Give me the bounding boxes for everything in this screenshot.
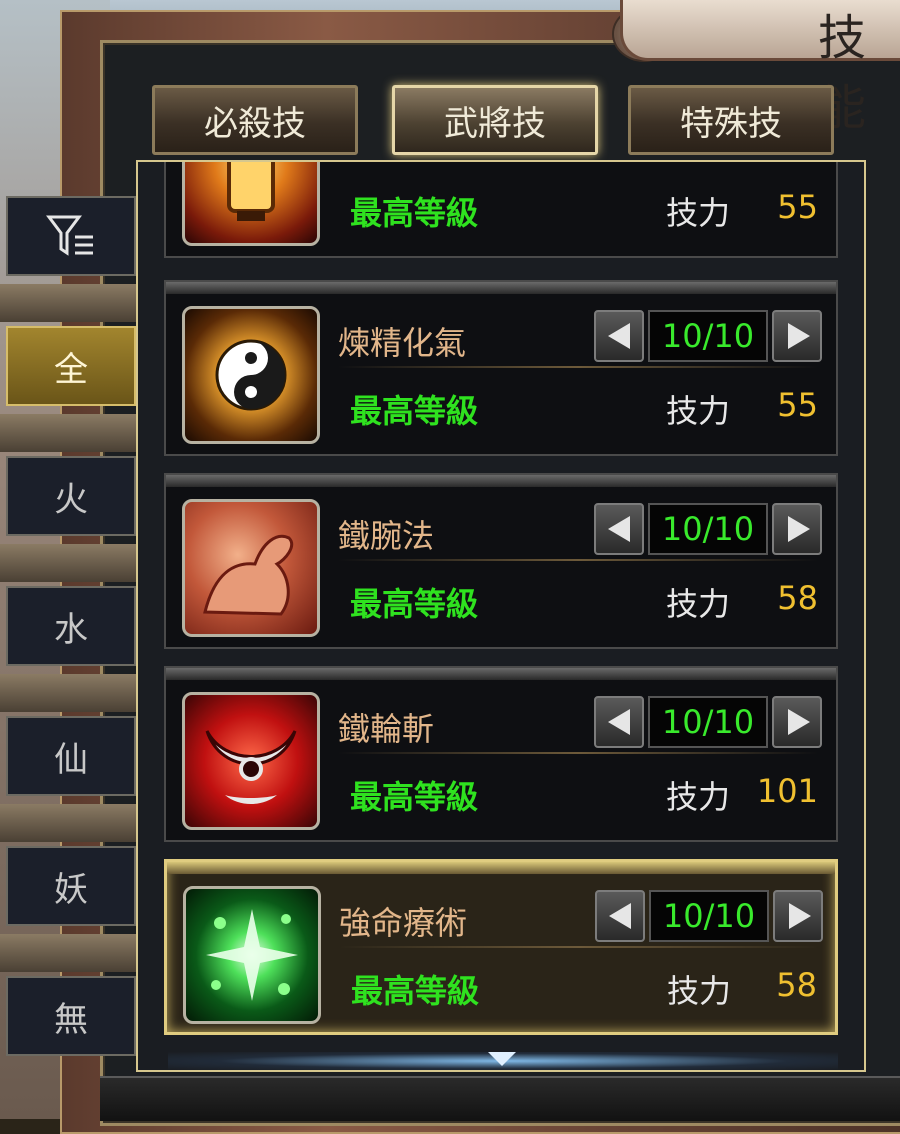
level-decrease-button[interactable] [594, 310, 644, 362]
filter-separator [0, 934, 138, 972]
crescent-blade-icon [182, 692, 320, 830]
arrow-right-icon [788, 323, 810, 349]
level-decrease-button[interactable] [594, 503, 644, 555]
skill-card[interactable]: 最高等級 技力 55 [164, 162, 838, 258]
arrow-right-icon [788, 516, 810, 542]
skill-list[interactable]: 最高等級 技力 55 煉精化氣 10/10 最高等級 技力 55 鐵腕法 10/… [136, 160, 866, 1072]
skill-card[interactable]: 煉精化氣 10/10 最高等級 技力 55 [164, 280, 838, 456]
filter-immortal[interactable]: 仙 [6, 716, 136, 796]
tab-general-skill[interactable]: 武將技 [392, 85, 598, 155]
filter-separator [0, 414, 138, 452]
tab-special-skill[interactable]: 特殊技 [628, 85, 834, 155]
filter-fire[interactable]: 火 [6, 456, 136, 536]
skill-card[interactable]: 鐵輪斬 10/10 最高等級 技力 101 [164, 666, 838, 842]
skill-point-value: 58 [776, 966, 817, 1004]
level-stepper: 10/10 [594, 696, 822, 748]
tab-special-kill[interactable]: 必殺技 [152, 85, 358, 155]
filter-demon[interactable]: 妖 [6, 846, 136, 926]
divider [338, 752, 818, 754]
skill-point-value: 55 [777, 188, 818, 226]
arrow-left-icon [609, 903, 631, 929]
green-sparkle-icon [183, 886, 321, 1024]
skill-name: 鐵輪斬 [338, 710, 435, 748]
lantern-icon [182, 162, 320, 246]
skill-card-selected[interactable]: 強命療術 10/10 最高等級 技力 58 [164, 859, 838, 1035]
level-increase-button[interactable] [773, 890, 823, 942]
skill-point-value: 58 [777, 579, 818, 617]
level-stepper: 10/10 [595, 890, 823, 942]
level-value: 10/10 [648, 310, 768, 362]
skill-point-label: 技力 [666, 194, 731, 232]
max-level-label: 最高等級 [350, 392, 479, 430]
arrow-left-icon [608, 323, 630, 349]
yin-yang-icon [182, 306, 320, 444]
divider [338, 559, 818, 561]
window-bottom-bar [100, 1076, 900, 1121]
element-filter-bar: 全 火 水 仙 妖 無 [0, 180, 138, 1080]
skill-name: 鐵腕法 [338, 517, 435, 555]
level-value: 10/10 [648, 503, 768, 555]
filter-separator [0, 804, 138, 842]
arrow-left-icon [608, 709, 630, 735]
divider [339, 946, 819, 948]
level-decrease-button[interactable] [594, 696, 644, 748]
arrow-right-icon [788, 709, 810, 735]
level-value: 10/10 [648, 696, 768, 748]
scroll-down-icon[interactable] [488, 1052, 516, 1066]
skill-point-label: 技力 [666, 392, 731, 430]
skill-point-label: 技力 [666, 778, 731, 816]
skill-point-value: 55 [777, 386, 818, 424]
divider [338, 366, 818, 368]
level-stepper: 10/10 [594, 310, 822, 362]
skill-point-label: 技力 [666, 585, 731, 623]
skill-name: 強命療術 [339, 904, 468, 942]
filter-button[interactable] [6, 196, 136, 276]
skill-point-label: 技力 [667, 972, 732, 1010]
max-level-label: 最高等級 [350, 194, 479, 232]
level-increase-button[interactable] [772, 310, 822, 362]
level-increase-button[interactable] [772, 696, 822, 748]
max-level-label: 最高等級 [351, 972, 480, 1010]
skill-name: 煉精化氣 [338, 324, 467, 362]
arrow-right-icon [789, 903, 811, 929]
arrow-left-icon [608, 516, 630, 542]
muscle-arm-icon [182, 499, 320, 637]
filter-separator [0, 544, 138, 582]
level-stepper: 10/10 [594, 503, 822, 555]
skill-category-tabs: 必殺技 武將技 特殊技 [152, 85, 842, 160]
filter-separator [0, 674, 138, 712]
level-value: 10/10 [649, 890, 769, 942]
filter-water[interactable]: 水 [6, 586, 136, 666]
max-level-label: 最高等級 [350, 778, 479, 816]
filter-none[interactable]: 無 [6, 976, 136, 1056]
max-level-label: 最高等級 [350, 585, 479, 623]
level-decrease-button[interactable] [595, 890, 645, 942]
filter-all[interactable]: 全 [6, 326, 136, 406]
filter-separator [0, 284, 138, 322]
skill-point-value: 101 [756, 772, 818, 810]
skill-card[interactable]: 鐵腕法 10/10 最高等級 技力 58 [164, 473, 838, 649]
filter-list-icon [46, 215, 93, 256]
level-increase-button[interactable] [772, 503, 822, 555]
